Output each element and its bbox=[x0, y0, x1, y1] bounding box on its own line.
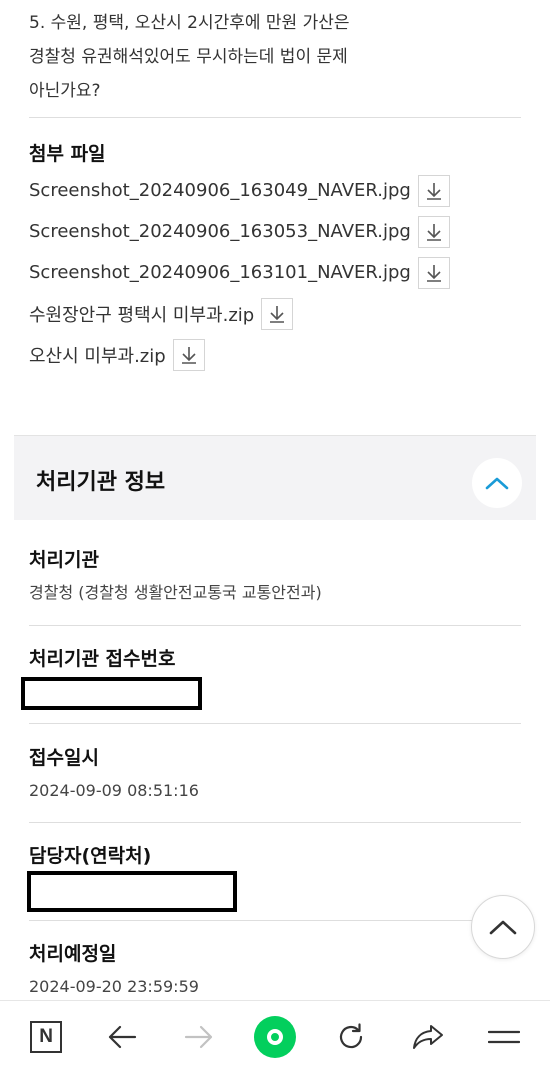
info-label: 접수일시 bbox=[29, 747, 99, 769]
bottom-nav: N bbox=[0, 1000, 550, 1073]
chevron-up-icon bbox=[485, 477, 509, 490]
question-line: 경찰청 유권해석있어도 무시하는데 법이 문제 bbox=[29, 47, 348, 67]
download-button[interactable] bbox=[417, 215, 450, 248]
question-line: 5. 수원, 평택, 오산시 2시간후에 만원 가산은 bbox=[29, 13, 350, 33]
attachment-item: 수원장안구 평택시 미부과.zip bbox=[29, 293, 450, 334]
download-icon bbox=[426, 182, 441, 200]
refresh-button[interactable] bbox=[323, 1009, 379, 1065]
naver-home-icon: N bbox=[30, 1021, 63, 1053]
info-agency: 처리기관 경찰청 (경찰청 생활안전교통국 교통안전과) bbox=[29, 546, 521, 604]
info-label: 담당자(연락처) bbox=[29, 845, 152, 867]
attachment-item: Screenshot_20240906_163053_NAVER.jpg bbox=[29, 211, 450, 252]
download-button[interactable] bbox=[417, 174, 450, 207]
share-button[interactable] bbox=[400, 1009, 456, 1065]
redaction-box bbox=[21, 677, 202, 710]
attachment-filename[interactable]: Screenshot_20240906_163049_NAVER.jpg bbox=[29, 180, 411, 201]
back-arrow-icon bbox=[109, 1025, 137, 1049]
chevron-up-icon bbox=[489, 920, 517, 935]
refresh-icon bbox=[340, 1023, 363, 1049]
download-icon bbox=[426, 264, 441, 282]
info-value: 경찰청 (경찰청 생활안전교통국 교통안전과) bbox=[29, 583, 322, 602]
attachment-filename[interactable]: 수원장안구 평택시 미부과.zip bbox=[29, 301, 254, 327]
green-dot-icon bbox=[253, 1016, 296, 1058]
info-received-at: 접수일시 2024-09-09 08:51:16 bbox=[29, 744, 521, 802]
info-label: 처리예정일 bbox=[29, 943, 117, 965]
scroll-top-button[interactable] bbox=[471, 895, 535, 959]
share-icon bbox=[412, 1025, 443, 1049]
menu-icon bbox=[487, 1030, 520, 1044]
divider bbox=[29, 117, 521, 118]
attachment-filename[interactable]: Screenshot_20240906_163053_NAVER.jpg bbox=[29, 221, 411, 242]
section-header[interactable]: 처리기관 정보 bbox=[14, 435, 536, 520]
attachment-item: 오산시 미부과.zip bbox=[29, 334, 450, 375]
attachment-filename[interactable]: Screenshot_20240906_163101_NAVER.jpg bbox=[29, 262, 411, 283]
menu-button[interactable] bbox=[476, 1009, 532, 1065]
section-title: 처리기관 정보 bbox=[36, 470, 166, 495]
divider bbox=[29, 822, 521, 823]
attachment-item: Screenshot_20240906_163049_NAVER.jpg bbox=[29, 170, 450, 211]
download-icon bbox=[426, 223, 441, 241]
info-due-date: 처리예정일 2024-09-20 23:59:59 bbox=[29, 940, 521, 998]
attachment-filename[interactable]: 오산시 미부과.zip bbox=[29, 342, 166, 368]
divider bbox=[29, 920, 521, 921]
divider bbox=[29, 625, 521, 626]
question-line: 아닌가요? bbox=[29, 81, 101, 101]
attachments-title: 첨부 파일 bbox=[29, 143, 106, 165]
info-value: 2024-09-09 08:51:16 bbox=[29, 781, 199, 800]
redaction-box bbox=[27, 871, 237, 912]
forward-button[interactable] bbox=[171, 1009, 227, 1065]
green-dot-button[interactable] bbox=[247, 1009, 303, 1065]
attachments-list: Screenshot_20240906_163049_NAVER.jpg Scr… bbox=[29, 170, 450, 375]
info-receipt-no: 처리기관 접수번호 bbox=[29, 645, 521, 681]
attachment-item: Screenshot_20240906_163101_NAVER.jpg bbox=[29, 252, 450, 293]
download-icon bbox=[181, 346, 196, 364]
question-text: 5. 수원, 평택, 오산시 2시간후에 만원 가산은 경찰청 유권해석있어도 … bbox=[29, 6, 519, 108]
download-button[interactable] bbox=[417, 256, 450, 289]
collapse-button[interactable] bbox=[472, 458, 522, 508]
info-label: 처리기관 접수번호 bbox=[29, 648, 176, 670]
download-button[interactable] bbox=[261, 297, 294, 330]
info-label: 처리기관 bbox=[29, 549, 99, 571]
divider bbox=[29, 723, 521, 724]
forward-arrow-icon bbox=[184, 1025, 212, 1049]
download-icon bbox=[270, 305, 285, 323]
home-button[interactable]: N bbox=[18, 1009, 74, 1065]
download-button[interactable] bbox=[172, 338, 205, 371]
info-value: 2024-09-20 23:59:59 bbox=[29, 977, 199, 996]
back-button[interactable] bbox=[94, 1009, 150, 1065]
